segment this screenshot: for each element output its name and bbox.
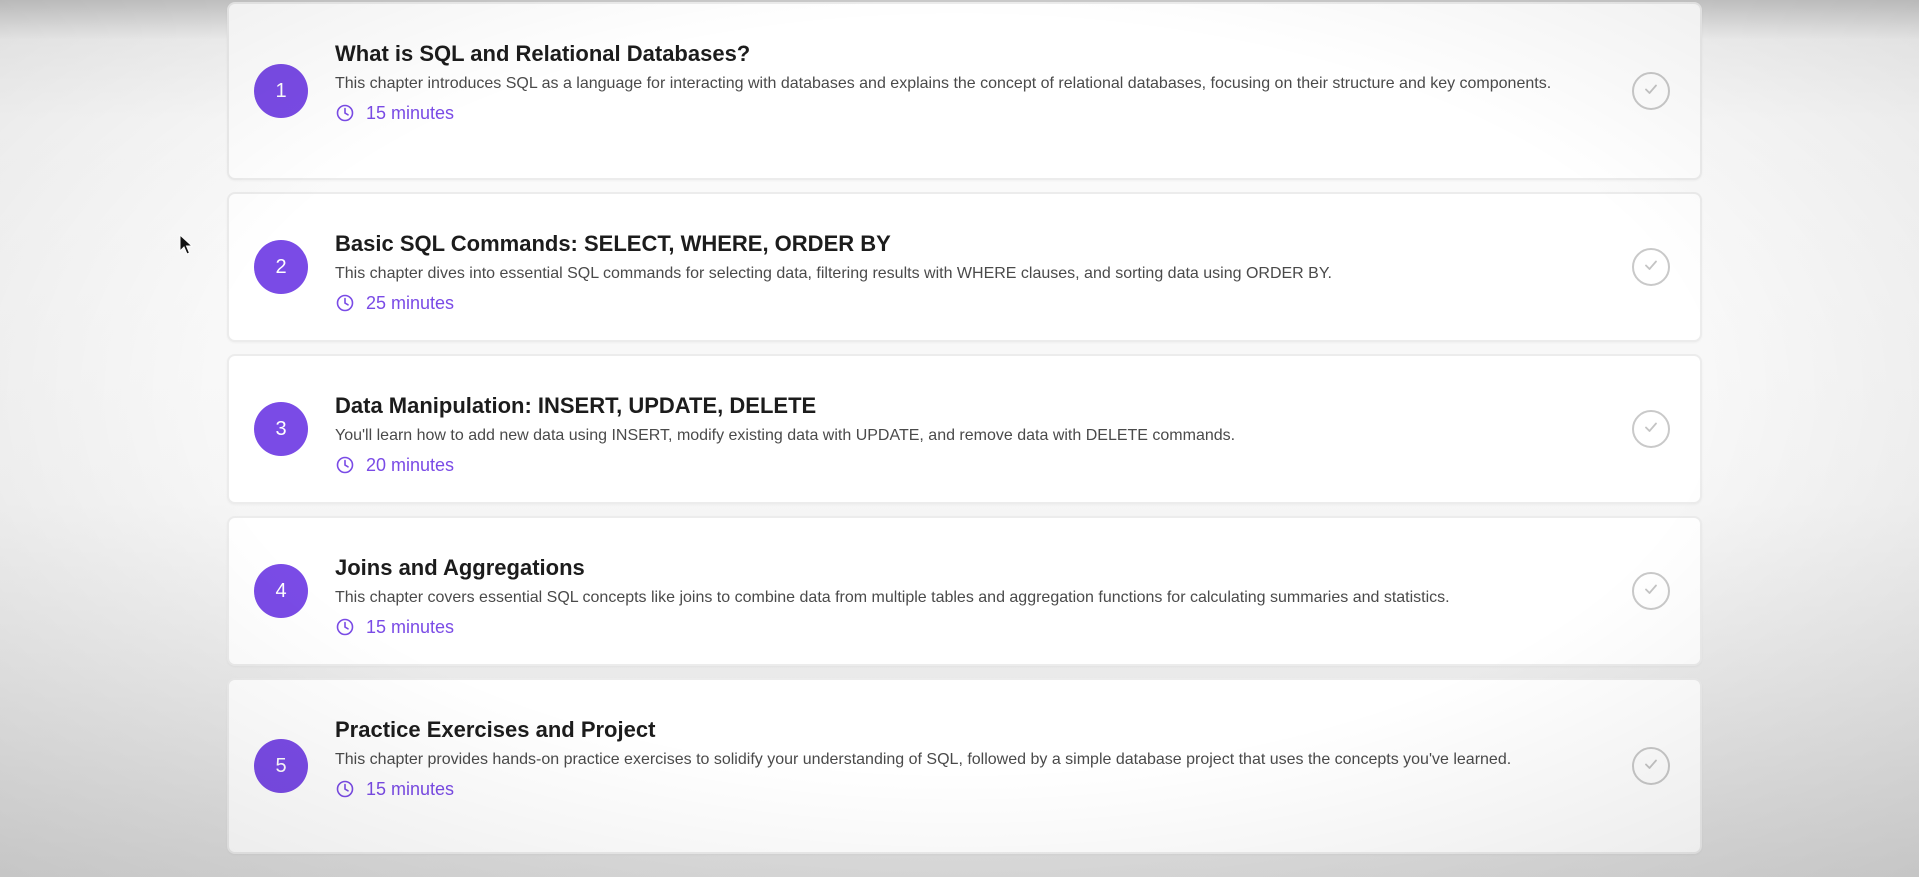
- chapter-duration: 15 minutes: [366, 617, 455, 637]
- chapter-content: Practice Exercises and Project This chap…: [335, 716, 1610, 802]
- chapter-number-badge: 2: [254, 240, 308, 294]
- chapter-duration: 20 minutes: [366, 455, 455, 475]
- chapter-duration-row: 20 minutes: [335, 452, 1610, 478]
- chapter-description: This chapter provides hands-on practice …: [335, 751, 1512, 768]
- complete-check-button[interactable]: [1632, 248, 1670, 286]
- chapter-content: Data Manipulation: INSERT, UPDATE, DELET…: [335, 392, 1610, 478]
- chapter-number-badge: 4: [254, 564, 308, 618]
- chapter-duration-row: 25 minutes: [335, 290, 1610, 316]
- check-circle-icon: [1642, 80, 1660, 103]
- chapter-title: Basic SQL Commands: SELECT, WHERE, ORDER…: [335, 231, 891, 256]
- clock-icon: [335, 617, 355, 637]
- chapter-duration-row: 15 minutes: [335, 100, 1610, 126]
- clock-icon: [335, 103, 355, 123]
- check-circle-icon: [1642, 418, 1660, 441]
- complete-check-button[interactable]: [1632, 410, 1670, 448]
- chapter-content: What is SQL and Relational Databases? Th…: [335, 40, 1610, 126]
- chapter-card[interactable]: 3 Data Manipulation: INSERT, UPDATE, DEL…: [227, 354, 1702, 504]
- chapter-duration-row: 15 minutes: [335, 614, 1610, 640]
- complete-check-button[interactable]: [1632, 747, 1670, 785]
- chapter-number-badge: 1: [254, 64, 308, 118]
- complete-check-button[interactable]: [1632, 72, 1670, 110]
- chapter-card[interactable]: 1 What is SQL and Relational Databases? …: [227, 2, 1702, 180]
- check-circle-icon: [1642, 580, 1660, 603]
- chapter-description: This chapter covers essential SQL concep…: [335, 589, 1450, 606]
- complete-check-button[interactable]: [1632, 572, 1670, 610]
- chapter-duration-row: 15 minutes: [335, 776, 1610, 802]
- chapter-description: This chapter dives into essential SQL co…: [335, 265, 1332, 282]
- chapter-card[interactable]: 5 Practice Exercises and Project This ch…: [227, 678, 1702, 854]
- clock-icon: [335, 779, 355, 799]
- chapter-number-badge: 3: [254, 402, 308, 456]
- chapter-title: What is SQL and Relational Databases?: [335, 41, 751, 66]
- chapter-description: You'll learn how to add new data using I…: [335, 427, 1236, 444]
- chapter-card[interactable]: 2 Basic SQL Commands: SELECT, WHERE, ORD…: [227, 192, 1702, 342]
- clock-icon: [335, 455, 355, 475]
- chapter-title: Data Manipulation: INSERT, UPDATE, DELET…: [335, 393, 817, 418]
- check-circle-icon: [1642, 755, 1660, 778]
- mouse-pointer-icon: [179, 233, 194, 256]
- chapter-content: Joins and Aggregations This chapter cove…: [335, 554, 1610, 640]
- chapter-duration: 25 minutes: [366, 293, 455, 313]
- clock-icon: [335, 293, 355, 313]
- chapter-title: Joins and Aggregations: [335, 555, 585, 580]
- chapter-duration: 15 minutes: [366, 779, 455, 799]
- check-circle-icon: [1642, 256, 1660, 279]
- chapter-content: Basic SQL Commands: SELECT, WHERE, ORDER…: [335, 230, 1610, 316]
- chapter-list: 1 What is SQL and Relational Databases? …: [227, 2, 1702, 866]
- chapter-title: Practice Exercises and Project: [335, 717, 656, 742]
- chapter-number-badge: 5: [254, 739, 308, 793]
- chapter-description: This chapter introduces SQL as a languag…: [335, 75, 1552, 92]
- chapter-duration: 15 minutes: [366, 103, 455, 123]
- chapter-card[interactable]: 4 Joins and Aggregations This chapter co…: [227, 516, 1702, 666]
